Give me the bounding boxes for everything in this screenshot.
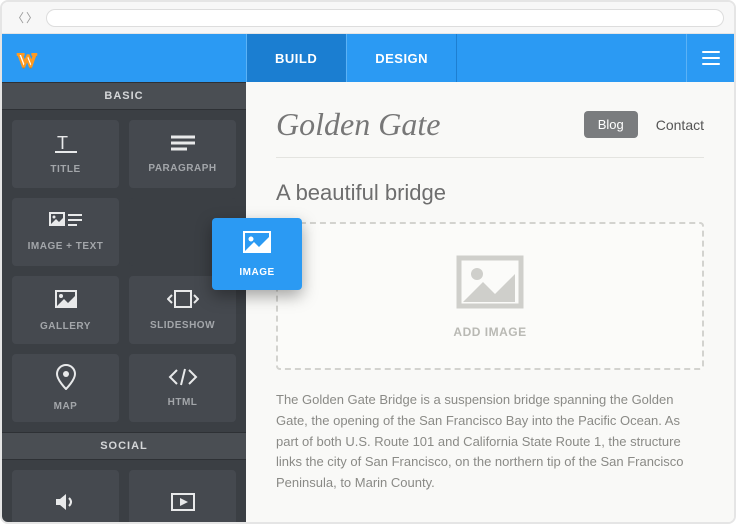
browser-chrome: 〈 〉 (2, 2, 734, 34)
svg-text:T: T (57, 133, 68, 153)
body-paragraph: The Golden Gate Bridge is a suspension b… (276, 390, 704, 494)
logo-icon: w (18, 43, 37, 73)
hamburger-icon (702, 51, 720, 65)
audio-icon (54, 492, 78, 517)
map-icon (55, 364, 77, 395)
page-heading: A beautiful bridge (276, 180, 704, 206)
tile-image-text[interactable]: IMAGE + TEXT (12, 198, 119, 266)
tile-gallery[interactable]: GALLERY (12, 276, 119, 344)
app-topbar: w BUILD DESIGN (2, 34, 734, 82)
title-icon: T (51, 133, 81, 158)
slideshow-icon (167, 289, 199, 314)
tile-title[interactable]: T TITLE (12, 120, 119, 188)
tile-audio[interactable] (12, 470, 119, 522)
tile-video[interactable] (129, 470, 236, 522)
tile-slideshow[interactable]: SLIDESHOW (129, 276, 236, 344)
tile-empty-slot (129, 198, 236, 266)
nav-contact-link[interactable]: Contact (656, 117, 704, 133)
back-icon[interactable]: 〈 (12, 9, 24, 26)
elements-sidebar: BASIC T TITLE PARAGRAPH (2, 82, 246, 522)
add-image-dropzone[interactable]: ADD IMAGE (276, 222, 704, 370)
add-image-label: ADD IMAGE (453, 325, 526, 339)
category-header-basic: BASIC (2, 82, 246, 110)
paragraph-icon (169, 134, 197, 157)
video-icon (170, 492, 196, 517)
image-placeholder-icon (455, 254, 525, 315)
site-title: Golden Gate (276, 106, 440, 143)
tab-design[interactable]: DESIGN (346, 34, 457, 82)
tile-paragraph[interactable]: PARAGRAPH (129, 120, 236, 188)
address-bar[interactable] (46, 9, 724, 27)
page-canvas: Golden Gate Blog Contact A beautiful bri… (246, 82, 734, 522)
forward-icon[interactable]: 〉 (26, 9, 38, 26)
logo[interactable]: w (2, 34, 52, 82)
tile-map[interactable]: MAP (12, 354, 119, 422)
tab-build[interactable]: BUILD (246, 34, 346, 82)
image-text-icon (49, 212, 83, 235)
html-icon (168, 368, 198, 391)
category-header-social: SOCIAL (2, 432, 246, 460)
menu-button[interactable] (686, 34, 734, 82)
tile-html[interactable]: HTML (129, 354, 236, 422)
gallery-icon (53, 288, 79, 315)
nav-blog-button[interactable]: Blog (584, 111, 638, 138)
